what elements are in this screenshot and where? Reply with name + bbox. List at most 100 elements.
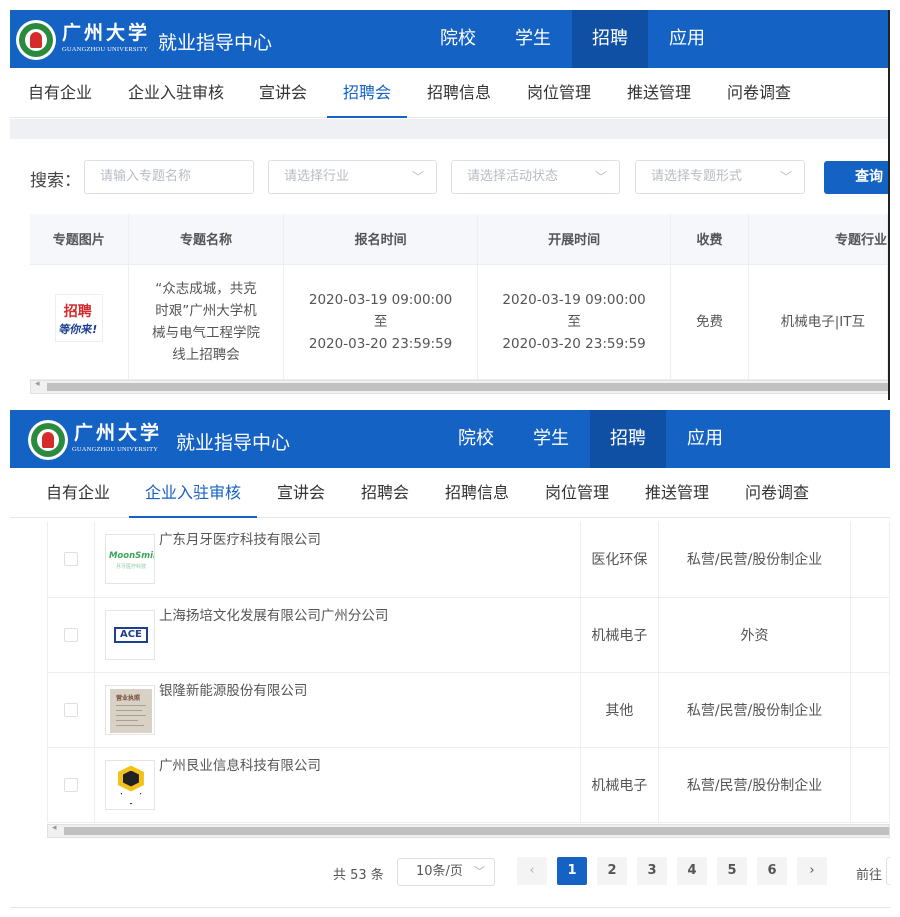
subnav-own-companies[interactable]: 自有企业 <box>28 68 92 118</box>
checkbox-cell <box>47 597 95 673</box>
nav-apps[interactable]: 应用 <box>676 410 734 468</box>
company-logo-ace[interactable]: ACE <box>104 609 155 660</box>
col-header-industry: 专题行业 <box>748 214 888 265</box>
page-5-button[interactable]: 5 <box>717 857 747 885</box>
site-title[interactable]: 就业指导中心 <box>158 28 272 55</box>
row-checkbox[interactable] <box>63 777 78 792</box>
subnav-survey[interactable]: 问卷调查 <box>727 68 791 118</box>
table-row[interactable]: ACE 上海扬培文化发展有限公司广州分公司 机械电子 外资 <box>47 597 890 673</box>
company-name[interactable]: 广东月牙医疗科技有限公司 <box>159 528 321 548</box>
row-checkbox[interactable] <box>63 702 78 717</box>
site-title[interactable]: 就业指导中心 <box>176 428 290 455</box>
subnav-job-info[interactable]: 招聘信息 <box>427 68 491 118</box>
subnav-push[interactable]: 推送管理 <box>645 468 709 518</box>
top-sub-nav: 自有企业 企业入驻审核 宣讲会 招聘会 招聘信息 岗位管理 推送管理 问卷调查 <box>10 68 888 118</box>
university-logo-icon[interactable] <box>28 420 68 460</box>
company-logo-moonsmile[interactable]: MoonSmile 月牙医疗科技 <box>104 534 155 585</box>
company-industry: 医化环保 <box>580 522 659 598</box>
topic-poster-image[interactable]: 招聘 等你来! <box>54 294 103 342</box>
university-name-en: GUANGZHOU UNIVERSITY <box>62 46 149 53</box>
page-6-button[interactable]: 6 <box>757 857 787 885</box>
university-name-en: GUANGZHOU UNIVERSITY <box>72 446 159 453</box>
industry-cell: 机械电子|IT互 <box>748 264 888 380</box>
horizontal-scrollbar[interactable]: ◂ <box>47 823 890 838</box>
activity-status-select[interactable]: 请选择活动状态 ﹀ <box>451 160 620 194</box>
subnav-survey[interactable]: 问卷调查 <box>745 468 809 518</box>
company-industry: 机械电子 <box>580 747 659 823</box>
signup-to: 至 <box>373 313 388 330</box>
topic-name[interactable]: “众志成城，共克时艰”广州大学机械与电气工程学院线上招聘会 <box>128 264 285 380</box>
table-row[interactable]: 营业执照 银隆新能源股份有限公司 其他 私营/民营/股份制企业 <box>47 672 890 748</box>
topic-table: 专题图片 专题名称 报名时间 开展时间 收费 专题行业 招聘 等你来! “众志成… <box>30 214 888 380</box>
col-header-run-time: 开展时间 <box>477 214 672 265</box>
subnav-company-review[interactable]: 企业入驻审核 <box>128 468 258 518</box>
scrollbar-thumb[interactable] <box>47 383 888 391</box>
subnav-positions[interactable]: 岗位管理 <box>545 468 609 518</box>
row-checkbox[interactable] <box>63 627 78 642</box>
subnav-job-fairs[interactable]: 招聘会 <box>326 68 408 118</box>
industry-select[interactable]: 请选择行业 ﹀ <box>268 160 437 194</box>
topic-image-cell: 招聘 等你来! <box>30 264 129 380</box>
page-3-button[interactable]: 3 <box>637 857 667 885</box>
page-1-button[interactable]: 1 <box>557 857 587 885</box>
topic-name-input[interactable]: 请输入专题名称 <box>84 160 254 194</box>
divider-bar <box>10 119 888 139</box>
table-row[interactable]: 招聘 等你来! “众志成城，共克时艰”广州大学机械与电气工程学院线上招聘会 20… <box>30 264 888 380</box>
subnav-company-review[interactable]: 企业入驻审核 <box>128 68 224 118</box>
prev-page-button[interactable]: ‹ <box>517 857 547 885</box>
bottom-divider <box>10 907 890 908</box>
recruitment-fair-panel: 广州大学 GUANGZHOU UNIVERSITY 就业指导中心 院校 学生 招… <box>10 10 890 400</box>
signup-time-cell: 2020-03-19 09:00:00 至 2020-03-20 23:59:5… <box>283 264 478 380</box>
university-logo-icon[interactable] <box>16 20 56 60</box>
company-name[interactable]: 银隆新能源股份有限公司 <box>159 679 308 699</box>
signup-end: 2020-03-20 23:59:59 <box>308 335 453 352</box>
jump-page-input[interactable] <box>886 857 890 885</box>
next-page-button[interactable]: › <box>797 857 827 885</box>
subnav-seminars[interactable]: 宣讲会 <box>259 68 307 118</box>
col-header-name: 专题名称 <box>128 214 285 265</box>
company-table: MoonSmile 月牙医疗科技 广东月牙医疗科技有限公司 医化环保 私营/民营… <box>47 522 890 823</box>
page-size-select[interactable]: 10条/页 ﹀ <box>397 858 495 886</box>
horizontal-scrollbar[interactable]: ◂ <box>30 379 888 394</box>
col-header-fee: 收费 <box>670 214 749 265</box>
nav-student[interactable]: 学生 <box>504 10 562 68</box>
signup-start: 2020-03-19 09:00:00 <box>308 291 453 308</box>
checkbox-cell <box>47 672 95 748</box>
subnav-push[interactable]: 推送管理 <box>627 68 691 118</box>
checkbox-cell <box>47 747 95 823</box>
company-name[interactable]: 广州艮业信息科技有限公司 <box>159 754 321 774</box>
chevron-down-icon: ﹀ <box>779 170 792 184</box>
nav-college[interactable]: 院校 <box>446 410 506 468</box>
table-row[interactable]: MoonSmile 月牙医疗科技 广东月牙医疗科技有限公司 医化环保 私营/民营… <box>47 522 890 598</box>
status-select-placeholder: 请选择活动状态 <box>467 169 559 184</box>
scrollbar-thumb[interactable] <box>64 827 889 835</box>
subnav-own-companies[interactable]: 自有企业 <box>46 468 110 518</box>
page-4-button[interactable]: 4 <box>677 857 707 885</box>
row-checkbox[interactable] <box>63 552 78 567</box>
subnav-seminars[interactable]: 宣讲会 <box>277 468 325 518</box>
query-button[interactable]: 查询 <box>824 161 888 194</box>
nav-apps[interactable]: 应用 <box>658 10 716 68</box>
total-count: 共 53 条 <box>333 868 384 883</box>
company-logo-license[interactable]: 营业执照 <box>104 684 155 735</box>
company-review-panel: 广州大学 GUANGZHOU UNIVERSITY 就业指导中心 院校 学生 招… <box>10 410 890 910</box>
nav-college[interactable]: 院校 <box>428 10 488 68</box>
subnav-job-info[interactable]: 招聘信息 <box>445 468 509 518</box>
subnav-positions[interactable]: 岗位管理 <box>527 68 591 118</box>
nav-student[interactable]: 学生 <box>522 410 580 468</box>
company-logo-hexagon[interactable] <box>104 759 155 810</box>
scroll-left-icon[interactable]: ◂ <box>35 379 40 389</box>
topic-form-select[interactable]: 请选择专题形式 ﹀ <box>635 160 805 194</box>
poster-subtext: 等你来! <box>57 323 99 336</box>
nav-recruit[interactable]: 招聘 <box>590 410 666 468</box>
company-cell: 广州艮业信息科技有限公司 <box>94 747 581 823</box>
run-time-cell: 2020-03-19 09:00:00 至 2020-03-20 23:59:5… <box>477 264 672 380</box>
scroll-left-icon[interactable]: ◂ <box>52 823 57 833</box>
table-row[interactable]: 广州艮业信息科技有限公司 机械电子 私营/民营/股份制企业 <box>47 747 890 823</box>
chevron-down-icon: ﹀ <box>411 170 424 184</box>
nav-recruit[interactable]: 招聘 <box>572 10 648 68</box>
company-name[interactable]: 上海扬培文化发展有限公司广州分公司 <box>159 604 389 624</box>
subnav-job-fairs[interactable]: 招聘会 <box>361 468 409 518</box>
row-extra-cell <box>850 672 890 748</box>
page-2-button[interactable]: 2 <box>597 857 627 885</box>
